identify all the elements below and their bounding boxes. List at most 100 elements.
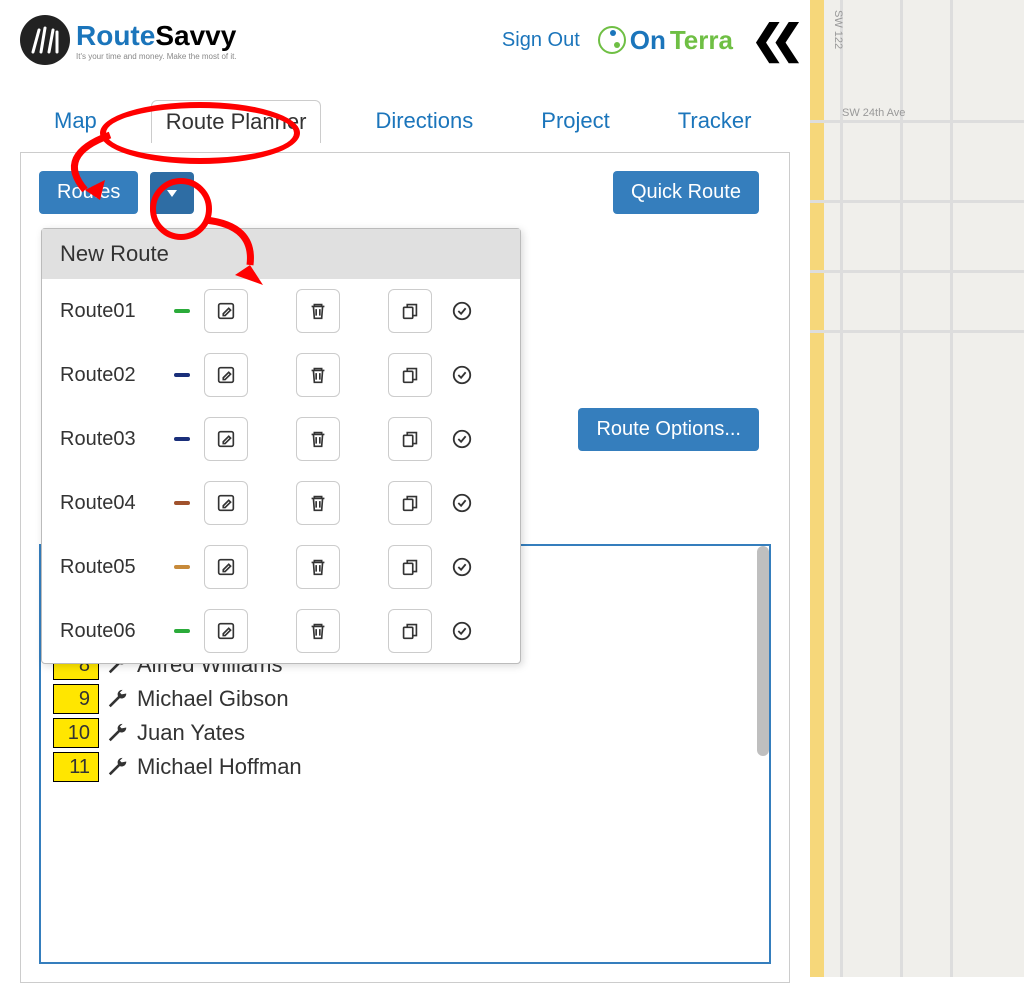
edit-route-button[interactable] [204, 545, 248, 589]
check-circle-icon [451, 428, 473, 450]
copy-route-button[interactable] [388, 353, 432, 397]
select-route-button[interactable] [450, 491, 474, 515]
select-route-button[interactable] [450, 555, 474, 579]
edit-route-button[interactable] [204, 609, 248, 653]
logo-text: Savvy [155, 20, 236, 51]
route-name: Route04 [60, 492, 160, 515]
edit-route-button[interactable] [204, 417, 248, 461]
route-name: Route01 [60, 300, 160, 323]
stop-name: Michael Gibson [137, 686, 289, 712]
onterra-icon [598, 26, 626, 54]
top-bar: RouteSavvy It's your time and money. Mak… [20, 10, 790, 80]
select-route-button[interactable] [450, 427, 474, 451]
tab-project[interactable]: Project [527, 100, 623, 143]
trash-icon [307, 300, 329, 322]
route-planner-section: Routes Quick Route Route Options... New … [20, 152, 790, 983]
map[interactable]: SW 122 SW 24th Ave [810, 0, 1024, 977]
copy-icon [399, 620, 421, 642]
route-name: Route02 [60, 364, 160, 387]
select-route-button[interactable] [450, 299, 474, 323]
stop-row[interactable]: 10 Juan Yates [41, 716, 769, 750]
route-row: Route05 [42, 535, 520, 599]
delete-route-button[interactable] [296, 353, 340, 397]
copy-route-button[interactable] [388, 545, 432, 589]
onterra-text: On [630, 25, 666, 56]
map-road [810, 330, 1024, 333]
stop-name: Michael Hoffman [137, 754, 302, 780]
routes-dropdown: New Route Route01 Route02 Route03 Route04 Ro… [41, 228, 521, 664]
select-route-button[interactable] [450, 363, 474, 387]
map-road-label: SW 122 [832, 10, 844, 49]
quick-route-button[interactable]: Quick Route [613, 171, 759, 214]
route-name: Route05 [60, 556, 160, 579]
copy-icon [399, 364, 421, 386]
copy-route-button[interactable] [388, 289, 432, 333]
delete-route-button[interactable] [296, 481, 340, 525]
edit-route-button[interactable] [204, 289, 248, 333]
delete-route-button[interactable] [296, 289, 340, 333]
wrench-icon [107, 722, 129, 744]
caret-down-icon [165, 186, 179, 200]
stop-name: Juan Yates [137, 720, 245, 746]
route-row: Route02 [42, 343, 520, 407]
scrollbar[interactable] [757, 546, 769, 756]
edit-route-button[interactable] [204, 481, 248, 525]
copy-route-button[interactable] [388, 481, 432, 525]
stop-number: 11 [53, 752, 99, 782]
map-road [810, 200, 1024, 203]
route-row: Route03 [42, 407, 520, 471]
tab-route-planner[interactable]: Route Planner [151, 100, 322, 143]
stop-row[interactable]: 9Michael Gibson [41, 682, 769, 716]
copy-icon [399, 300, 421, 322]
logo: RouteSavvy It's your time and money. Mak… [20, 15, 237, 65]
trash-icon [307, 556, 329, 578]
sign-out-link[interactable]: Sign Out [502, 29, 580, 52]
map-road [810, 120, 1024, 123]
check-circle-icon [451, 300, 473, 322]
delete-route-button[interactable] [296, 609, 340, 653]
stop-row[interactable]: 11 Michael Hoffman [41, 750, 769, 784]
route-options-button[interactable]: Route Options... [578, 408, 759, 451]
copy-route-button[interactable] [388, 609, 432, 653]
trash-icon [307, 364, 329, 386]
tabs: Map Route Planner Directions Project Tra… [20, 80, 790, 153]
select-route-button[interactable] [450, 619, 474, 643]
delete-route-button[interactable] [296, 545, 340, 589]
edit-icon [215, 428, 237, 450]
copy-icon [399, 428, 421, 450]
edit-icon [215, 300, 237, 322]
stop-number: 10 [53, 718, 99, 748]
routes-button[interactable]: Routes [39, 171, 138, 214]
wrench-icon [107, 688, 129, 710]
map-road [810, 0, 824, 977]
onterra-text: Terra [670, 25, 733, 56]
route-row: Route04 [42, 471, 520, 535]
copy-icon [399, 492, 421, 514]
edit-icon [215, 620, 237, 642]
copy-route-button[interactable] [388, 417, 432, 461]
new-route-item[interactable]: New Route [42, 229, 520, 279]
map-road [810, 270, 1024, 273]
check-circle-icon [451, 364, 473, 386]
logo-tagline: It's your time and money. Make the most … [76, 52, 237, 61]
edit-icon [215, 492, 237, 514]
check-circle-icon [451, 620, 473, 642]
trash-icon [307, 620, 329, 642]
routes-dropdown-toggle[interactable] [150, 172, 194, 214]
side-panel: RouteSavvy It's your time and money. Mak… [0, 0, 810, 977]
collapse-panel-icon[interactable]: ❮❮ [751, 20, 790, 60]
map-road [950, 0, 953, 977]
tab-tracker[interactable]: Tracker [664, 100, 766, 143]
check-circle-icon [451, 492, 473, 514]
edit-icon [215, 364, 237, 386]
route-row: Route06 [42, 599, 520, 663]
tab-directions[interactable]: Directions [361, 100, 487, 143]
map-road [900, 0, 903, 977]
delete-route-button[interactable] [296, 417, 340, 461]
route-name: Route03 [60, 428, 160, 451]
route-name: Route06 [60, 620, 160, 643]
edit-icon [215, 556, 237, 578]
tab-map[interactable]: Map [40, 100, 111, 143]
edit-route-button[interactable] [204, 353, 248, 397]
route-row: Route01 [42, 279, 520, 343]
